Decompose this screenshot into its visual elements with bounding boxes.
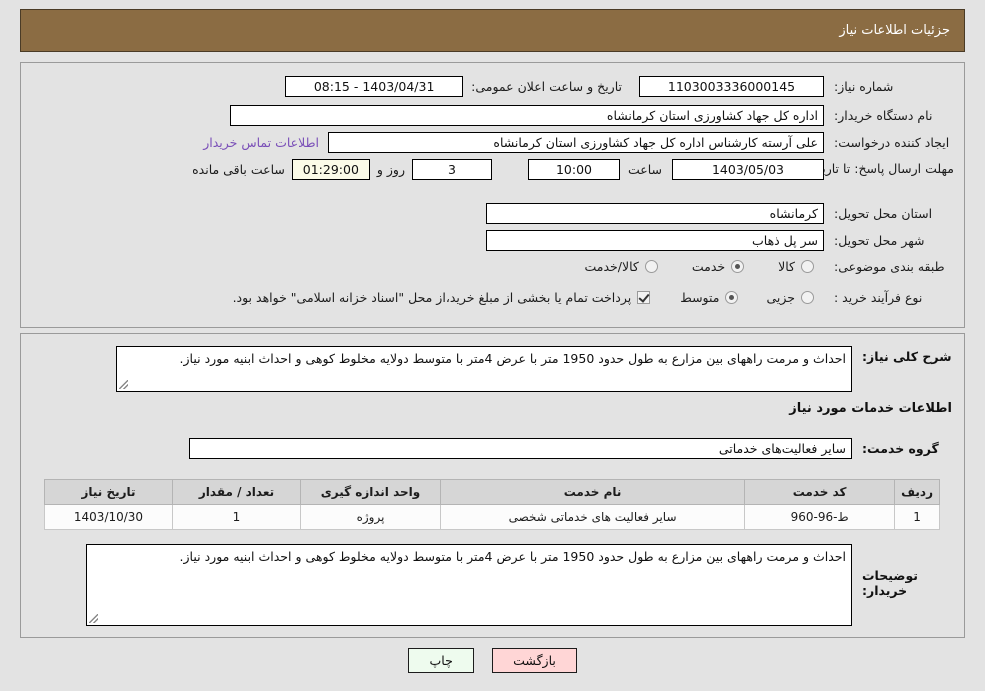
back-button[interactable]: بازگشت <box>492 648 577 673</box>
treasury-checkbox-group[interactable]: پرداخت تمام یا بخشی از مبلغ خرید،از محل … <box>233 290 651 305</box>
need-info-panel: شماره نیاز: 1103003336000145 تاریخ و ساع… <box>20 62 965 328</box>
page-title: جزئیات اطلاعات نیاز <box>839 23 950 38</box>
radio-icon-kala[interactable] <box>801 260 814 274</box>
announce-datetime-value: 1403/04/31 - 08:15 <box>285 76 464 97</box>
city-label: شهر محل تحویل: <box>834 232 925 248</box>
category-option-khedmat-label: خدمت <box>691 259 726 275</box>
remaining-time-value: 01:29:00 <box>291 159 370 180</box>
window-title-bar: جزئیات اطلاعات نیاز <box>20 9 965 52</box>
process-label: نوع فرآیند خرید : <box>834 290 923 305</box>
table-header-service-name: نام خدمت <box>439 479 746 505</box>
service-group-value: سایر فعالیت‌های خدماتی <box>189 438 852 459</box>
creator-label: ایجاد کننده درخواست: <box>834 134 950 150</box>
creator-row: ایجاد کننده درخواست: علی آرسته کارشناس ا… <box>203 132 954 153</box>
table-header-row-no: ردیف <box>894 479 940 505</box>
buyer-comments-value[interactable]: احداث و مرمت راههای بین مزارع به طول حدو… <box>86 544 852 626</box>
deadline-label: مهلت ارسال پاسخ: تا تاریخ: <box>809 161 954 177</box>
need-number-value: 1103003336000145 <box>639 76 824 97</box>
process-option-jozei-label: جزیی <box>766 290 795 306</box>
radio-icon-motevaset[interactable] <box>725 291 739 305</box>
service-group-row: گروه خدمت: سایر فعالیت‌های خدماتی <box>189 438 954 459</box>
table-header-need-date: تاریخ نیاز <box>44 479 173 505</box>
hour-value: 10:00 <box>527 159 620 180</box>
table-header-service-code: کد خدمت <box>744 479 896 505</box>
city-row: شهر محل تحویل: سر پل ذهاب <box>486 230 954 251</box>
city-value: سر پل ذهاب <box>486 230 824 251</box>
services-section-title: اطلاعات خدمات مورد نیاز <box>789 401 952 416</box>
service-group-label: گروه خدمت: <box>862 441 939 456</box>
services-table: ردیف کد خدمت نام خدمت واحد اندازه گیری ت… <box>44 479 940 530</box>
deadline-date-value: 1403/05/03 <box>672 159 824 180</box>
table-header-row: ردیف کد خدمت نام خدمت واحد اندازه گیری ت… <box>44 479 940 505</box>
hour-label: ساعت <box>627 161 662 177</box>
category-option-kala-khedmat-label: کالا/خدمت <box>584 259 639 275</box>
buyer-org-row: نام دستگاه خریدار: اداره کل جهاد کشاورزی… <box>230 105 954 126</box>
buyer-contact-link[interactable]: اطلاعات تماس خریدار <box>203 135 319 150</box>
table-header-quantity: تعداد / مقدار <box>172 479 301 505</box>
table-header-unit: واحد اندازه گیری <box>300 479 441 505</box>
category-row: طبقه بندی موضوعی: کالا خدمت کالا/خدمت <box>584 259 954 275</box>
radio-icon-khedmat[interactable] <box>731 260 745 274</box>
buyer-org-value: اداره کل جهاد کشاورزی استان کرمانشاه <box>230 105 824 126</box>
cell-service-code: ط-96-960 <box>744 504 896 530</box>
category-option-khedmat[interactable]: خدمت <box>691 259 745 275</box>
cell-row-no: 1 <box>894 504 940 530</box>
category-label: طبقه بندی موضوعی: <box>834 259 945 274</box>
process-option-motevaset[interactable]: متوسط <box>680 290 739 306</box>
remaining-days-label: روز و <box>376 161 405 177</box>
treasury-note: پرداخت تمام یا بخشی از مبلغ خرید،از محل … <box>232 290 632 306</box>
radio-icon-kala-khedmat[interactable] <box>644 260 658 274</box>
action-button-bar: بازگشت چاپ <box>0 648 985 673</box>
checkbox-icon-treasury[interactable] <box>637 291 651 305</box>
print-button[interactable]: چاپ <box>408 648 475 673</box>
category-option-kala-label: کالا <box>778 259 795 275</box>
province-label: استان محل تحویل: <box>834 205 933 221</box>
general-description-value[interactable]: احداث و مرمت راههای بین مزارع به طول حدو… <box>116 346 852 392</box>
cell-quantity: 1 <box>172 504 301 530</box>
process-option-motevaset-label: متوسط <box>680 290 720 306</box>
cell-service-name: سایر فعالیت های خدماتی شخصی <box>439 504 746 530</box>
general-description-label: شرح کلی نیاز: <box>862 349 952 364</box>
province-row: استان محل تحویل: کرمانشاه <box>486 203 954 224</box>
creator-value: علی آرسته کارشناس اداره کل جهاد کشاورزی … <box>328 132 824 153</box>
need-number-row: شماره نیاز: 1103003336000145 <box>639 76 954 97</box>
category-option-kala-khedmat[interactable]: کالا/خدمت <box>584 259 658 275</box>
deadline-row: مهلت ارسال پاسخ: تا تاریخ: 1403/05/03 سا… <box>192 159 954 180</box>
province-value: کرمانشاه <box>486 203 824 224</box>
process-row: نوع فرآیند خرید : جزیی متوسط پرداخت تمام… <box>233 290 954 306</box>
buyer-org-label: نام دستگاه خریدار: <box>834 107 933 123</box>
need-number-label: شماره نیاز: <box>834 78 894 94</box>
announce-datetime-label: تاریخ و ساعت اعلان عمومی: <box>471 78 622 94</box>
announce-datetime-row: تاریخ و ساعت اعلان عمومی: 1403/04/31 - 0… <box>285 76 622 97</box>
category-option-kala[interactable]: کالا <box>778 259 814 274</box>
buyer-comments-label: توضیحات خریدار: <box>862 568 918 598</box>
page-root: AnaTender.net جزئیات اطلاعات نیاز شماره … <box>0 0 985 691</box>
table-row[interactable]: 1 ط-96-960 سایر فعالیت های خدماتی شخصی پ… <box>44 504 940 530</box>
remaining-time-label: ساعت باقی مانده <box>192 161 285 177</box>
buyer-comments-row: توضیحات خریدار: احداث و مرمت راههای بین … <box>86 544 954 626</box>
remaining-days-value: 3 <box>411 159 492 180</box>
process-option-jozei[interactable]: جزیی <box>766 290 814 305</box>
cell-unit: پروژه <box>300 504 441 530</box>
general-description-row: شرح کلی نیاز: احداث و مرمت راههای بین مز… <box>116 346 954 392</box>
radio-icon-jozei[interactable] <box>801 291 814 305</box>
cell-need-date: 1403/10/30 <box>44 504 173 530</box>
